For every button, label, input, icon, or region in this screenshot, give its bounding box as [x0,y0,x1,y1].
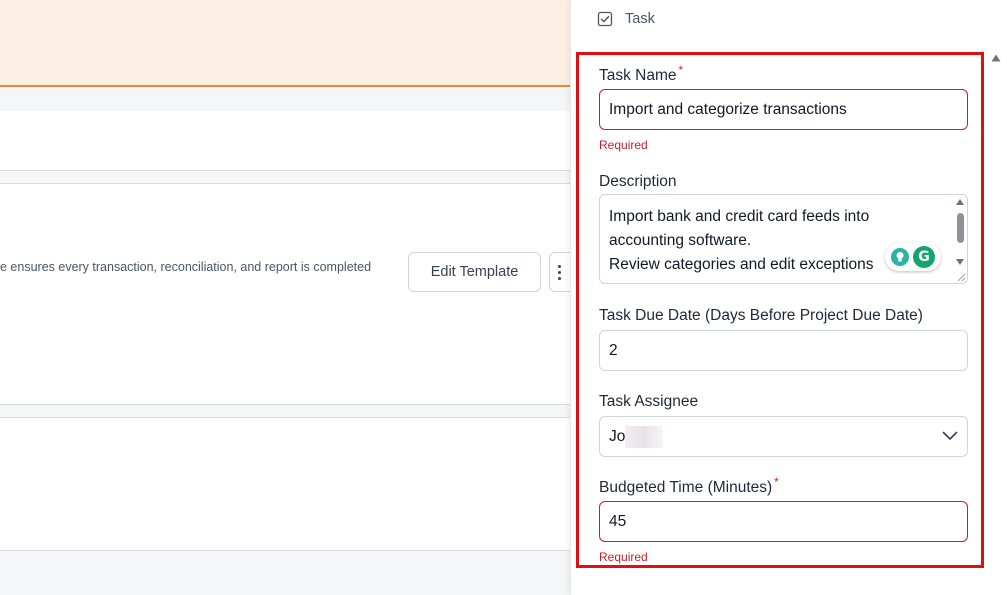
lightbulb-icon [891,248,909,266]
task-due-date-label: Task Due Date (Days Before Project Due D… [599,307,923,324]
template-card [0,183,570,405]
g-logo-icon: G [913,246,935,268]
page-section [0,417,570,551]
drawer-header: Task [597,9,655,29]
description-textarea[interactable]: Import bank and credit card feeds into a… [599,194,968,284]
scroll-up-arrow-icon[interactable] [990,53,1002,63]
template-description: e ensures every transaction, reconciliat… [0,260,372,274]
notice-banner [0,0,570,87]
checkbox-icon [597,11,613,27]
description-label: Description [599,173,677,190]
task-name-label: Task Name * [599,63,684,84]
task-form: Task Name * Import and categorize transac… [576,52,984,568]
task-drawer: Task Task Name * Import and categorize tr… [570,0,1007,595]
required-mark: * [678,63,684,77]
task-assignee-value: Jo [609,425,664,448]
required-mark: * [774,475,779,489]
grammarly-icon[interactable]: G [885,243,941,271]
chevron-down-icon [942,428,958,446]
kebab-icon [557,264,561,280]
budgeted-time-error: Required [599,550,648,564]
task-assignee-label: Task Assignee [599,393,699,410]
task-due-date-input[interactable]: 2 [599,330,968,371]
resize-handle-icon[interactable] [956,272,966,282]
budgeted-time-label: Budgeted Time (Minutes) * [599,475,779,496]
edit-template-button[interactable]: Edit Template [408,252,541,292]
task-name-error: Required [599,138,648,152]
textarea-scrollbar[interactable] [955,197,965,281]
drawer-title: Task [625,11,655,27]
more-options-button[interactable] [549,252,570,292]
page-section [0,111,570,171]
background-page: e ensures every transaction, reconciliat… [0,0,570,595]
task-name-input[interactable]: Import and categorize transactions [599,89,968,130]
redacted-name [625,425,664,448]
budgeted-time-input[interactable]: 45 [599,501,968,542]
task-assignee-select[interactable]: Jo [599,416,968,457]
